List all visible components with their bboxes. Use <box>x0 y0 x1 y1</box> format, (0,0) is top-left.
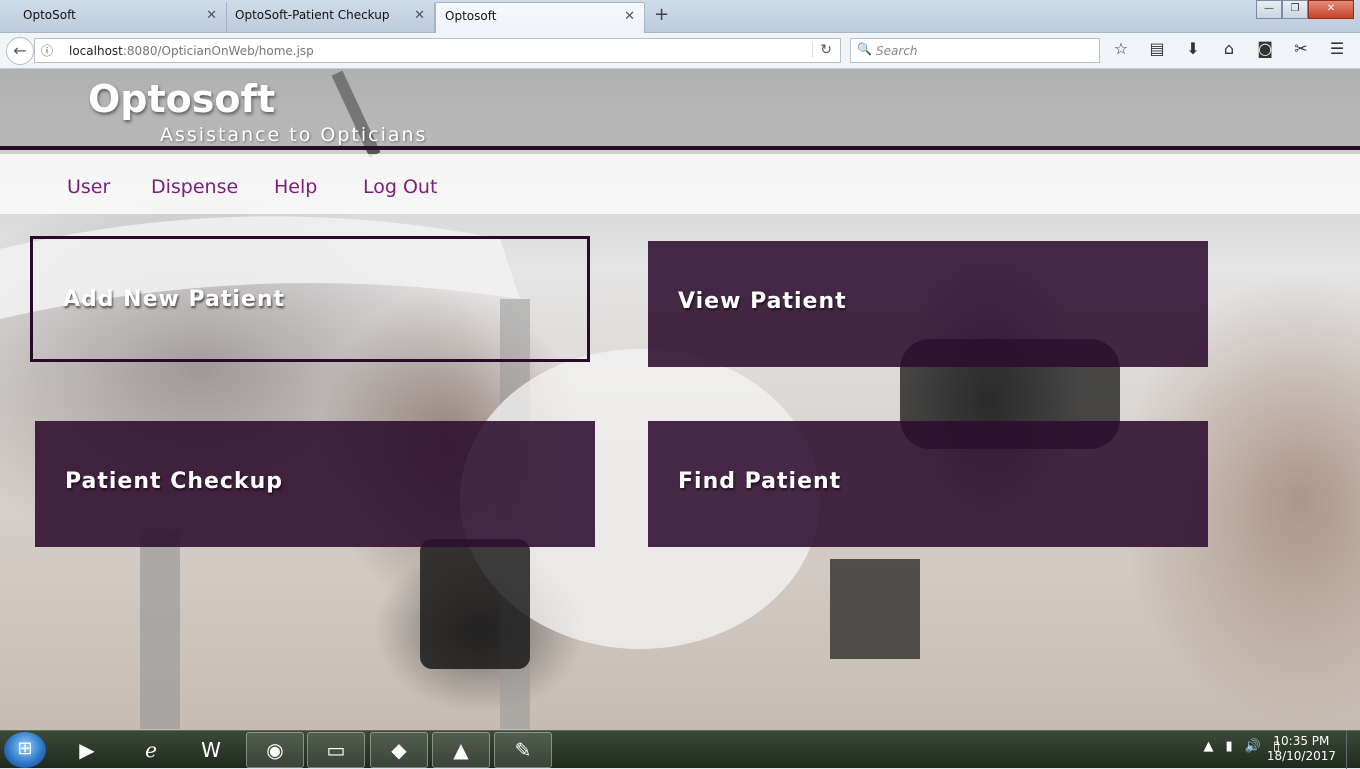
vlc-icon[interactable]: ▲ <box>432 732 490 768</box>
url-text: localhost:8080/OpticianOnWeb/home.jsp <box>69 44 314 58</box>
word-icon[interactable]: W <box>182 732 240 768</box>
tab-patient-checkup[interactable]: OptoSoft-Patient Checkup ✕ <box>227 2 435 33</box>
back-arrow-icon[interactable]: ← <box>6 37 34 65</box>
menu-item-log-out[interactable]: Log Out <box>363 176 437 198</box>
minimize-icon[interactable]: — <box>1256 0 1282 19</box>
close-icon[interactable]: ✕ <box>206 8 217 23</box>
close-icon[interactable]: ✕ <box>414 8 425 23</box>
view-patient-button[interactable]: View Patient <box>648 241 1208 367</box>
menu-item-dispense[interactable]: Dispense <box>151 176 238 198</box>
info-icon[interactable]: ⓘ <box>41 42 53 59</box>
menu-icon[interactable]: ☰ <box>1326 39 1348 58</box>
pocket-icon[interactable]: ◙ <box>1254 39 1276 58</box>
tab-title: OptoSoft <box>23 8 76 22</box>
clock-date: 18/10/2017 <box>1266 749 1336 763</box>
site-tagline: Assistance to Opticians <box>160 124 428 146</box>
home-icon[interactable]: ⌂ <box>1218 39 1240 58</box>
notepad-icon[interactable]: ✎ <box>494 732 552 768</box>
show-desktop-button[interactable] <box>1346 731 1360 769</box>
url-path: :8080/OpticianOnWeb/home.jsp <box>122 44 314 58</box>
site-logo-title[interactable]: Optosoft <box>88 77 275 121</box>
find-patient-button[interactable]: Find Patient <box>648 421 1208 547</box>
search-input[interactable]: 🔍 Search <box>850 38 1100 63</box>
media-player-icon[interactable]: ▶ <box>58 732 116 768</box>
main-menu: User Dispense Help Log Out <box>0 154 1360 214</box>
tile-label: View Patient <box>678 289 847 314</box>
new-tab-icon[interactable]: + <box>654 4 669 25</box>
toolbar-icons: ☆ ▤ ⬇ ⌂ ◙ ✂ ☰ <box>1110 39 1348 58</box>
menu-item-help[interactable]: Help <box>274 176 317 198</box>
clock-time: 10:35 PM <box>1273 734 1330 748</box>
virtualbox-icon[interactable]: ◆ <box>370 732 428 768</box>
tile-label: Find Patient <box>678 469 842 494</box>
menu-item-user[interactable]: User <box>67 176 110 198</box>
site-header: Optosoft Assistance to Opticians <box>0 69 1360 150</box>
page-content: Optosoft Assistance to Opticians User Di… <box>0 69 1360 730</box>
window-controls: — ❐ ✕ <box>1256 0 1354 19</box>
address-bar[interactable]: ⓘ localhost:8080/OpticianOnWeb/home.jsp … <box>34 38 841 63</box>
file-explorer-icon[interactable]: ▭ <box>307 732 365 768</box>
network-icon[interactable]: ▮ <box>1226 739 1233 754</box>
volume-icon[interactable]: 🔊 <box>1245 739 1261 754</box>
add-new-patient-button[interactable]: Add New Patient <box>30 236 590 362</box>
browser-nav-bar: ← ⓘ localhost:8080/OpticianOnWeb/home.js… <box>0 33 1360 69</box>
tile-label: Patient Checkup <box>65 469 284 494</box>
tray-expand-icon[interactable]: ▲ <box>1204 739 1214 754</box>
os-taskbar: ⊞ ▶ ℯ W ◉ ▭ ◆ ▲ ✎ ▲ ▮ 🔊 ▯ 10:35 PM 18/10… <box>0 730 1360 769</box>
reload-icon[interactable]: ↻ <box>812 42 832 58</box>
reader-list-icon[interactable]: ▤ <box>1146 39 1168 58</box>
url-host: localhost <box>69 44 123 58</box>
browser-tab-strip: OptoSoft ✕ OptoSoft-Patient Checkup ✕ Op… <box>0 0 1360 33</box>
firefox-icon[interactable]: ◉ <box>246 732 304 768</box>
close-window-icon[interactable]: ✕ <box>1308 0 1354 19</box>
screenshot-icon[interactable]: ✂ <box>1290 39 1312 58</box>
tile-label: Add New Patient <box>63 287 286 312</box>
internet-explorer-icon[interactable]: ℯ <box>122 732 180 768</box>
bookmark-star-icon[interactable]: ☆ <box>1110 39 1132 58</box>
system-clock[interactable]: 10:35 PM 18/10/2017 <box>1267 734 1336 764</box>
search-icon: 🔍 <box>857 42 872 56</box>
restore-icon[interactable]: ❐ <box>1282 0 1308 19</box>
tab-title: Optosoft <box>445 9 497 23</box>
download-icon[interactable]: ⬇ <box>1182 39 1204 58</box>
tab-optosoft-active[interactable]: Optosoft ✕ <box>435 2 645 33</box>
patient-checkup-button[interactable]: Patient Checkup <box>35 421 595 547</box>
tab-optosoft[interactable]: OptoSoft ✕ <box>0 2 227 33</box>
tab-title: OptoSoft-Patient Checkup <box>235 8 390 22</box>
start-button-icon[interactable]: ⊞ <box>4 732 46 768</box>
close-icon[interactable]: ✕ <box>624 9 635 24</box>
search-placeholder: Search <box>876 44 918 58</box>
